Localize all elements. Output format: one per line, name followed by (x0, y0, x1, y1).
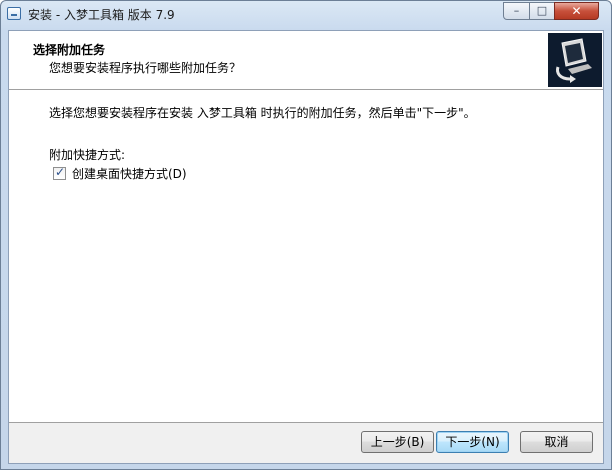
shortcut-group-label: 附加快捷方式: (49, 148, 126, 162)
computer-install-icon (548, 33, 602, 87)
computer-install-icon-graphic (548, 33, 602, 87)
desktop-shortcut-option[interactable]: 创建桌面快捷方式(D) (53, 165, 187, 181)
wizard-client-area: 选择附加任务 您想要安装程序执行哪些附加任务？ 选择您想要安装程序在安装 入梦工… (8, 30, 604, 464)
minimize-button[interactable]: – (503, 2, 530, 20)
desktop-shortcut-label[interactable]: 创建桌面快捷方式(D) (72, 165, 187, 182)
back-button[interactable]: 上一步(B) (361, 431, 434, 453)
cancel-button[interactable]: 取消 (520, 431, 593, 453)
installer-window: 安装 - 入梦工具箱 版本 7.9 – □ ✕ 选择附加任务 您想要安装程序执行… (0, 0, 612, 470)
installer-app-icon (7, 7, 21, 20)
page-title: 选择附加任务 (33, 43, 106, 57)
next-button[interactable]: 下一步(N) (436, 431, 509, 453)
maximize-button[interactable]: □ (529, 2, 555, 20)
footer-divider (9, 422, 603, 423)
desktop-shortcut-checkbox[interactable] (53, 165, 66, 180)
window-title: 安装 - 入梦工具箱 版本 7.9 (28, 8, 175, 22)
page-subtitle: 您想要安装程序执行哪些附加任务？ (49, 61, 242, 75)
instruction-text: 选择您想要安装程序在安装 入梦工具箱 时执行的附加任务，然后单击"下一步"。 (49, 106, 476, 120)
wizard-body: 选择您想要安装程序在安装 入梦工具箱 时执行的附加任务，然后单击"下一步"。 附… (9, 90, 603, 422)
wizard-header: 选择附加任务 您想要安装程序执行哪些附加任务？ (9, 31, 603, 90)
title-bar[interactable]: 安装 - 入梦工具箱 版本 7.9 – □ ✕ (1, 1, 611, 29)
close-button[interactable]: ✕ (554, 2, 599, 20)
